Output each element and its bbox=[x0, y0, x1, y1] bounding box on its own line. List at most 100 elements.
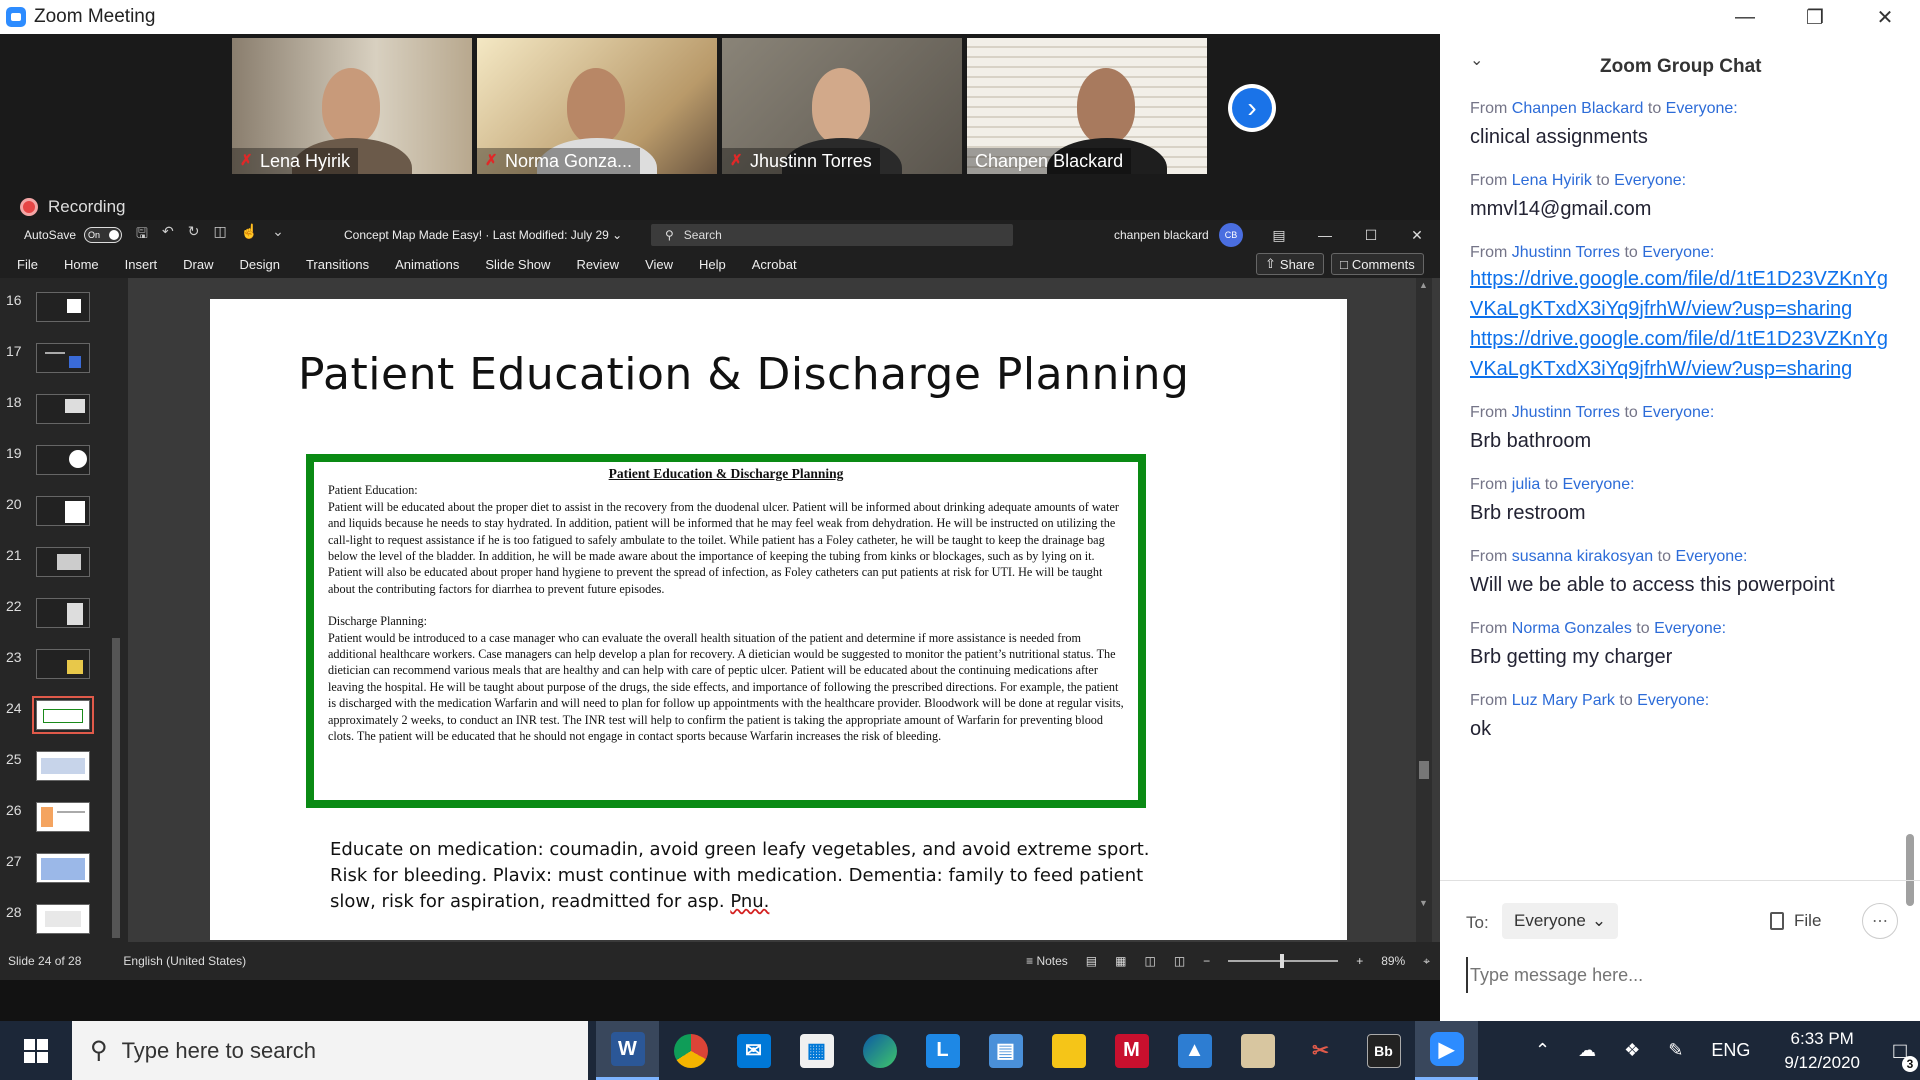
slide-textbox[interactable]: Educate on medication: coumadin, avoid g… bbox=[330, 837, 1230, 915]
slide-thumbnail[interactable] bbox=[36, 598, 90, 628]
recipient-dropdown[interactable]: Everyone ⌄ bbox=[1502, 903, 1619, 939]
minimize-button[interactable]: — bbox=[1710, 0, 1780, 34]
tab-acrobat[interactable]: Acrobat bbox=[739, 257, 810, 272]
snipping-app[interactable]: ✂ bbox=[1289, 1021, 1352, 1080]
tab-view[interactable]: View bbox=[632, 257, 686, 272]
paint-app[interactable] bbox=[1226, 1021, 1289, 1080]
scroll-up-icon[interactable]: ▲ bbox=[1419, 280, 1428, 290]
proofing-language[interactable]: English (United States) bbox=[123, 954, 246, 968]
restore-button[interactable]: ❐ bbox=[1780, 0, 1850, 34]
avatar[interactable]: CB bbox=[1219, 223, 1243, 247]
tab-transitions[interactable]: Transitions bbox=[293, 257, 382, 272]
ppt-maximize-button[interactable]: ☐ bbox=[1348, 220, 1394, 250]
slide-thumbnail[interactable] bbox=[36, 751, 90, 781]
tab-design[interactable]: Design bbox=[227, 257, 293, 272]
slideshow-icon[interactable]: ◫ bbox=[1174, 954, 1185, 968]
zoom-app[interactable]: ▶ bbox=[1415, 1021, 1478, 1080]
customize-icon[interactable]: ⌄ bbox=[272, 223, 284, 247]
zoom-out-icon[interactable]: − bbox=[1203, 954, 1210, 968]
scroll-down-icon[interactable]: ▼ bbox=[1419, 898, 1428, 908]
slide-thumbnail[interactable] bbox=[36, 853, 90, 883]
zoom-level[interactable]: 89% bbox=[1381, 954, 1405, 968]
participant-video-active[interactable]: Chanpen Blackard bbox=[967, 38, 1207, 174]
slide-thumbnail[interactable] bbox=[36, 394, 90, 424]
acrobat-app[interactable]: ▲ bbox=[1163, 1021, 1226, 1080]
mcafee-app[interactable]: M bbox=[1100, 1021, 1163, 1080]
comments-button[interactable]: □ Comments bbox=[1331, 253, 1424, 275]
normal-view-icon[interactable]: ▤ bbox=[1086, 954, 1097, 968]
chrome-app[interactable] bbox=[659, 1021, 722, 1080]
touch-mode-icon[interactable]: ☝ bbox=[241, 223, 258, 247]
sender-name[interactable]: julia bbox=[1512, 476, 1540, 493]
slide-thumbnail-selected[interactable] bbox=[32, 696, 94, 734]
slide-thumbnail[interactable] bbox=[36, 904, 90, 934]
slide-thumbnail[interactable] bbox=[36, 496, 90, 526]
ppt-close-button[interactable]: ✕ bbox=[1394, 220, 1440, 250]
onedrive-icon[interactable]: ☁ bbox=[1564, 1040, 1610, 1061]
user-name[interactable]: chanpen blackard bbox=[1114, 228, 1209, 242]
tab-insert[interactable]: Insert bbox=[112, 257, 171, 272]
l-app[interactable]: L bbox=[911, 1021, 974, 1080]
ppt-search-box[interactable]: ⚲ Search bbox=[651, 224, 1013, 246]
word-app[interactable]: W bbox=[596, 1021, 659, 1080]
start-button[interactable] bbox=[0, 1021, 72, 1080]
slide-thumbnail[interactable] bbox=[36, 547, 90, 577]
participant-video[interactable]: ✗ Jhustinn Torres bbox=[722, 38, 962, 174]
slide-thumbnail[interactable] bbox=[36, 292, 90, 322]
share-button[interactable]: ⇧ Share bbox=[1256, 253, 1324, 275]
save-icon[interactable]: 🖫 bbox=[136, 223, 148, 247]
present-icon[interactable]: ◫ bbox=[213, 223, 226, 247]
undo-icon[interactable]: ↶ bbox=[162, 223, 174, 247]
slide-canvas[interactable]: Patient Education & Discharge Planning P… bbox=[210, 299, 1347, 940]
notes-button[interactable]: ≡ Notes bbox=[1026, 954, 1068, 968]
sender-name[interactable]: Norma Gonzales bbox=[1512, 620, 1632, 637]
tab-file[interactable]: File bbox=[0, 257, 51, 272]
chevron-down-icon[interactable]: ⌄ bbox=[1470, 50, 1483, 70]
fit-slide-icon[interactable]: ⌖ bbox=[1423, 954, 1430, 969]
slide-sorter-icon[interactable]: ▦ bbox=[1115, 954, 1126, 968]
store-app[interactable]: ▦ bbox=[785, 1021, 848, 1080]
slide-thumbnail[interactable] bbox=[36, 445, 90, 475]
edge-app[interactable] bbox=[848, 1021, 911, 1080]
chat-message-input[interactable] bbox=[1466, 957, 1886, 993]
sender-name[interactable]: Jhustinn Torres bbox=[1512, 404, 1620, 421]
sender-name[interactable]: Lena Hyirik bbox=[1512, 172, 1592, 189]
more-options-button[interactable]: ⋯ bbox=[1862, 903, 1898, 939]
close-button[interactable]: ✕ bbox=[1850, 0, 1920, 34]
taskbar-search[interactable]: ⚲ Type here to search bbox=[72, 1021, 588, 1080]
tab-animations[interactable]: Animations bbox=[382, 257, 472, 272]
pen-icon[interactable]: ✎ bbox=[1654, 1040, 1697, 1061]
chat-scrollbar[interactable] bbox=[1906, 124, 1914, 914]
tab-help[interactable]: Help bbox=[686, 257, 739, 272]
blackboard-app[interactable]: Bb bbox=[1352, 1021, 1415, 1080]
message-link[interactable]: https://drive.google.com/file/d/1tE1D23V… bbox=[1470, 324, 1890, 384]
sender-name[interactable]: Luz Mary Park bbox=[1512, 692, 1615, 709]
slide-scrollbar[interactable]: ▲ ▼ bbox=[1416, 278, 1432, 942]
zoom-in-icon[interactable]: + bbox=[1356, 954, 1363, 968]
slide-thumbnail[interactable] bbox=[36, 343, 90, 373]
desktop-app[interactable]: ▤ bbox=[974, 1021, 1037, 1080]
slide-title[interactable]: Patient Education & Discharge Planning bbox=[298, 349, 1189, 400]
sender-name[interactable]: susanna kirakosyan bbox=[1512, 548, 1653, 565]
autosave-toggle[interactable]: On bbox=[84, 227, 123, 243]
input-language[interactable]: ENG bbox=[1697, 1040, 1764, 1061]
notification-center-icon[interactable]: □ 3 bbox=[1880, 1038, 1920, 1072]
file-button[interactable]: File bbox=[1770, 911, 1821, 931]
participant-video[interactable]: ✗ Lena Hyirik bbox=[232, 38, 472, 174]
ribbon-display-icon[interactable]: ▤ bbox=[1256, 220, 1302, 250]
tab-draw[interactable]: Draw bbox=[170, 257, 226, 272]
sender-name[interactable]: Chanpen Blackard bbox=[1512, 100, 1644, 117]
sender-name[interactable]: Jhustinn Torres bbox=[1512, 244, 1620, 261]
slide-thumbnail[interactable] bbox=[36, 802, 90, 832]
participant-video[interactable]: ✗ Norma Gonza... bbox=[477, 38, 717, 174]
redo-icon[interactable]: ↻ bbox=[188, 223, 200, 247]
message-link[interactable]: https://drive.google.com/file/d/1tE1D23V… bbox=[1470, 264, 1890, 324]
tab-review[interactable]: Review bbox=[563, 257, 632, 272]
taskbar-clock[interactable]: 6:33 PM 9/12/2020 bbox=[1764, 1027, 1880, 1075]
slide-thumbnail[interactable] bbox=[36, 649, 90, 679]
ppt-minimize-button[interactable]: — bbox=[1302, 220, 1348, 250]
mail-app[interactable]: ✉ bbox=[722, 1021, 785, 1080]
reading-view-icon[interactable]: ◫ bbox=[1144, 954, 1155, 968]
dropbox-icon[interactable]: ❖ bbox=[1610, 1040, 1654, 1061]
file-explorer-app[interactable] bbox=[1037, 1021, 1100, 1080]
